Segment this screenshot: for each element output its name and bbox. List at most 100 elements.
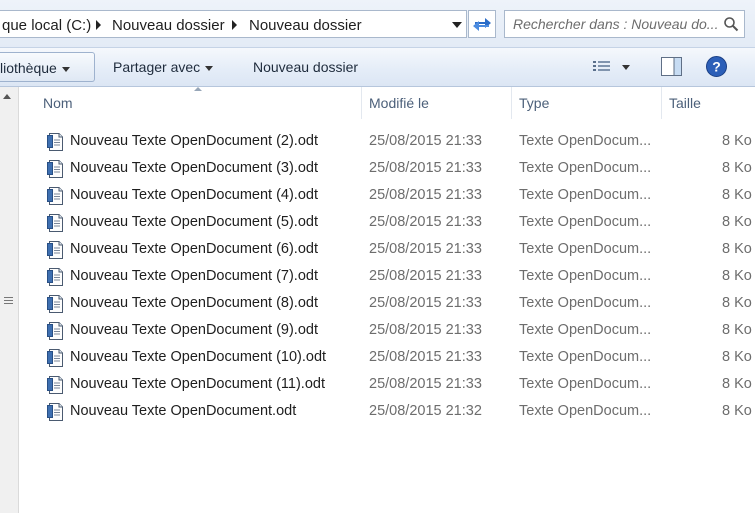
scroll-grip-icon[interactable] (4, 297, 13, 306)
file-list-pane: Nom Modifié le Type Taille Nouveau Texte… (0, 87, 755, 513)
odt-document-icon (47, 322, 63, 340)
file-size: 8 Ko (722, 268, 752, 284)
column-divider[interactable] (661, 87, 662, 119)
chevron-down-icon[interactable] (622, 65, 630, 70)
file-modified-date: 25/08/2015 21:33 (369, 376, 482, 392)
scroll-up-arrow-icon[interactable] (3, 94, 11, 99)
file-name[interactable]: Nouveau Texte OpenDocument (9).odt (70, 322, 318, 338)
file-modified-date: 25/08/2015 21:33 (369, 241, 482, 257)
file-modified-date: 25/08/2015 21:33 (369, 322, 482, 338)
file-name[interactable]: Nouveau Texte OpenDocument (10).odt (70, 349, 326, 365)
column-header-type[interactable]: Type (519, 95, 549, 111)
change-view-button[interactable] (592, 52, 638, 82)
file-name[interactable]: Nouveau Texte OpenDocument (5).odt (70, 214, 318, 230)
odt-document-icon (47, 214, 63, 232)
search-input[interactable] (513, 15, 723, 33)
sort-ascending-icon (194, 87, 202, 91)
file-row[interactable]: Nouveau Texte OpenDocument.odt 25/08/201… (19, 399, 755, 426)
odt-document-icon (47, 349, 63, 367)
file-type: Texte OpenDocum... (519, 268, 652, 284)
file-name[interactable]: Nouveau Texte OpenDocument.odt (70, 403, 296, 419)
file-type: Texte OpenDocum... (519, 214, 652, 230)
odt-document-icon (47, 187, 63, 205)
file-row[interactable]: Nouveau Texte OpenDocument (8).odt 25/08… (19, 291, 755, 318)
file-name[interactable]: Nouveau Texte OpenDocument (6).odt (70, 241, 318, 257)
column-header-modified[interactable]: Modifié le (369, 95, 429, 111)
file-row[interactable]: Nouveau Texte OpenDocument (7).odt 25/08… (19, 264, 755, 291)
file-row[interactable]: Nouveau Texte OpenDocument (4).odt 25/08… (19, 183, 755, 210)
details-view-icon (593, 61, 610, 71)
new-folder-label: Nouveau dossier (253, 59, 359, 75)
file-type: Texte OpenDocum... (519, 160, 652, 176)
file-modified-date: 25/08/2015 21:32 (369, 403, 482, 419)
file-name[interactable]: Nouveau Texte OpenDocument (11).odt (70, 376, 325, 392)
file-size: 8 Ko (722, 295, 752, 311)
file-row[interactable]: Nouveau Texte OpenDocument (2).odt 25/08… (19, 129, 755, 156)
include-in-library-button[interactable]: liothèque (0, 52, 95, 82)
file-modified-date: 25/08/2015 21:33 (369, 349, 482, 365)
file-size: 8 Ko (722, 376, 752, 392)
preview-pane-button[interactable] (661, 52, 683, 82)
file-type: Texte OpenDocum... (519, 349, 652, 365)
file-row[interactable]: Nouveau Texte OpenDocument (9).odt 25/08… (19, 318, 755, 345)
file-modified-date: 25/08/2015 21:33 (369, 133, 482, 149)
file-type: Texte OpenDocum... (519, 403, 652, 419)
file-name[interactable]: Nouveau Texte OpenDocument (7).odt (70, 268, 318, 284)
column-header-row: Nom Modifié le Type Taille (19, 87, 755, 119)
file-name[interactable]: Nouveau Texte OpenDocument (4).odt (70, 187, 318, 203)
breadcrumb-folder-1[interactable]: Nouveau dossier (112, 17, 225, 34)
share-label: Partager avec (113, 59, 201, 75)
column-divider[interactable] (361, 87, 362, 119)
file-type: Texte OpenDocum... (519, 295, 652, 311)
library-label: liothèque (0, 60, 57, 76)
file-modified-date: 25/08/2015 21:33 (369, 295, 482, 311)
column-header-size[interactable]: Taille (669, 95, 701, 111)
file-size: 8 Ko (722, 403, 752, 419)
help-icon: ? (706, 56, 727, 77)
command-toolbar: liothèque Partager avec Nouveau dossier … (0, 47, 755, 87)
refresh-icon (473, 18, 491, 31)
column-header-name[interactable]: Nom (43, 95, 73, 111)
file-type: Texte OpenDocum... (519, 187, 652, 203)
file-row[interactable]: Nouveau Texte OpenDocument (6).odt 25/08… (19, 237, 755, 264)
file-modified-date: 25/08/2015 21:33 (369, 268, 482, 284)
file-row[interactable]: Nouveau Texte OpenDocument (5).odt 25/08… (19, 210, 755, 237)
svg-text:?: ? (712, 59, 721, 75)
file-row[interactable]: Nouveau Texte OpenDocument (11).odt 25/0… (19, 372, 755, 399)
breadcrumb-folder-2[interactable]: Nouveau dossier (249, 17, 362, 34)
file-type: Texte OpenDocum... (519, 133, 652, 149)
preview-pane-icon (661, 57, 682, 76)
address-row: que local (C:) Nouveau dossier Nouveau d… (0, 0, 755, 47)
file-size: 8 Ko (722, 322, 752, 338)
file-modified-date: 25/08/2015 21:33 (369, 187, 482, 203)
column-divider[interactable] (511, 87, 512, 119)
file-modified-date: 25/08/2015 21:33 (369, 214, 482, 230)
breadcrumb-drive[interactable]: que local (C:) (2, 17, 91, 34)
address-history-dropdown-icon[interactable] (448, 11, 466, 37)
file-modified-date: 25/08/2015 21:33 (369, 160, 482, 176)
odt-document-icon (47, 403, 63, 421)
search-icon[interactable] (723, 16, 739, 32)
odt-document-icon (47, 133, 63, 151)
file-row[interactable]: Nouveau Texte OpenDocument (3).odt 25/08… (19, 156, 755, 183)
file-type: Texte OpenDocum... (519, 376, 652, 392)
navigation-pane-scrollbar[interactable] (0, 87, 19, 513)
file-name[interactable]: Nouveau Texte OpenDocument (8).odt (70, 295, 318, 311)
odt-document-icon (47, 241, 63, 259)
new-folder-button[interactable]: Nouveau dossier (253, 52, 358, 82)
file-name[interactable]: Nouveau Texte OpenDocument (3).odt (70, 160, 318, 176)
file-type: Texte OpenDocum... (519, 322, 652, 338)
search-box[interactable] (504, 10, 745, 38)
odt-document-icon (47, 376, 63, 394)
refresh-button[interactable] (468, 10, 496, 38)
breadcrumb-separator-icon[interactable] (232, 20, 237, 30)
address-bar[interactable]: que local (C:) Nouveau dossier Nouveau d… (0, 10, 467, 38)
file-size: 8 Ko (722, 160, 752, 176)
odt-document-icon (47, 268, 63, 286)
file-row[interactable]: Nouveau Texte OpenDocument (10).odt 25/0… (19, 345, 755, 372)
chevron-down-icon (61, 66, 70, 72)
file-name[interactable]: Nouveau Texte OpenDocument (2).odt (70, 133, 318, 149)
share-with-button[interactable]: Partager avec (113, 52, 214, 82)
breadcrumb-separator-icon[interactable] (96, 20, 101, 30)
help-button[interactable]: ? (706, 52, 728, 82)
